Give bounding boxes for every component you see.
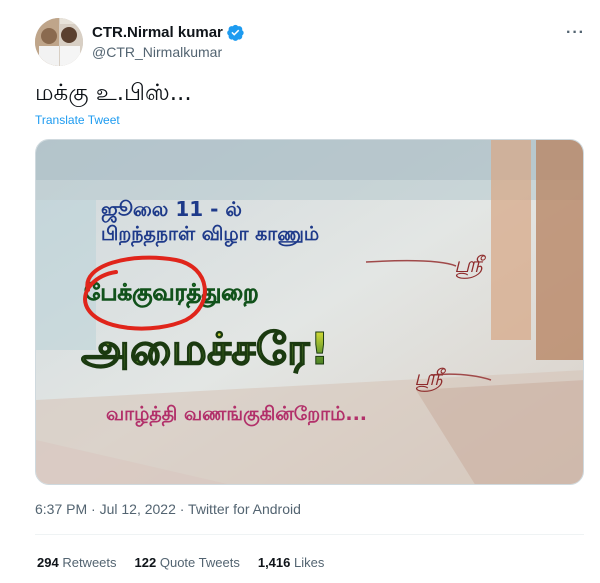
retweets-label: Retweets (62, 555, 117, 570)
decorative-mark: ஸ்ரீ (454, 253, 487, 279)
retweets-stat[interactable]: 294 Retweets (37, 555, 117, 570)
translate-tweet-link[interactable]: Translate Tweet (35, 113, 120, 127)
likes-stat[interactable]: 1,416 Likes (258, 555, 325, 570)
poster-line-minister: அமைச்சரே! (81, 324, 330, 375)
author-handle[interactable]: @CTR_Nirmalkumar (92, 44, 222, 60)
tweet-text: மக்கு உ.பிஸ்... (35, 80, 192, 106)
poster-line-greetings: வாழ்த்தி வணங்குகின்றோம்... (106, 403, 367, 427)
tweet-image[interactable]: ஸ்ரீ ஸ்ரீ ஜூலை 11 - ல் பிறந்தநாள் விழா க… (35, 139, 584, 485)
poster-line-birthday: பிறந்தநாள் விழா காணும் (101, 223, 319, 247)
engagement-stats: 294 Retweets 122 Quote Tweets 1,416 Like… (37, 555, 324, 570)
more-options-icon[interactable]: ··· (566, 24, 585, 42)
likes-label: Likes (294, 555, 325, 570)
verified-badge-icon (227, 24, 244, 41)
poster-line-department: பேக்குவரத்துறை (84, 280, 259, 308)
tweet-timestamp[interactable]: 6:37 PM · Jul 12, 2022 · Twitter for And… (35, 501, 301, 517)
retweets-count: 294 (37, 555, 59, 570)
quote-tweets-count: 122 (134, 555, 157, 570)
quote-tweets-stat[interactable]: 122 Quote Tweets (135, 555, 240, 570)
poster-line-date: ஜூலை 11 - ல் (101, 197, 242, 224)
quote-tweets-label: Quote Tweets (159, 555, 240, 570)
author-name[interactable]: CTR.Nirmal kumar (92, 24, 223, 41)
decorative-mark: ஸ்ரீ (414, 366, 447, 392)
author-row: CTR.Nirmal kumar (92, 24, 244, 41)
avatar[interactable] (35, 18, 83, 66)
poster-image: ஸ்ரீ ஸ்ரீ ஜூலை 11 - ல் பிறந்தநாள் விழா க… (36, 140, 583, 484)
divider (35, 534, 584, 535)
likes-count: 1,416 (257, 555, 291, 570)
tweet-card: CTR.Nirmal kumar @CTR_Nirmalkumar ··· மக… (0, 0, 600, 583)
